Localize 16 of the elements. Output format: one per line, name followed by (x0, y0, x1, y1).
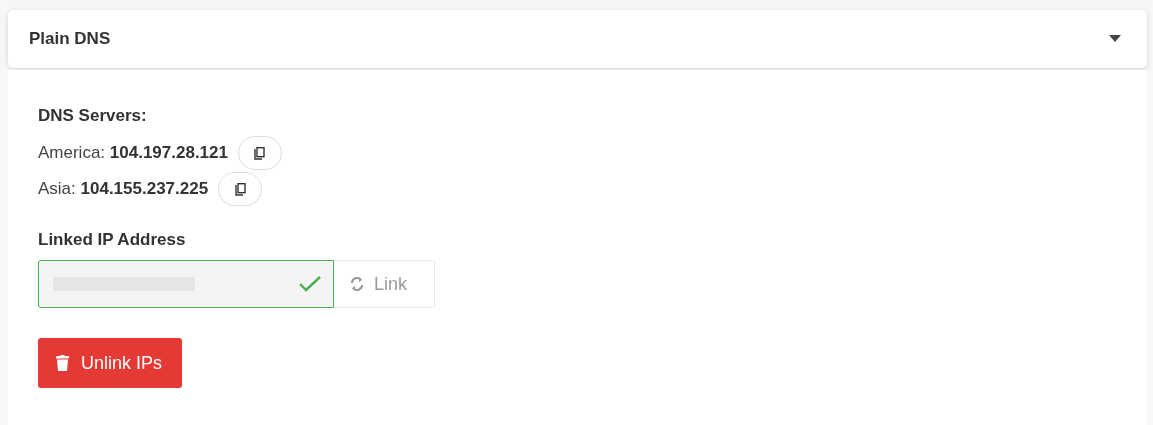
check-icon (299, 276, 321, 292)
section-heading: DNS Servers: (38, 106, 148, 126)
trash-icon (56, 355, 69, 371)
ip-address-field[interactable] (38, 260, 334, 308)
panel-title: Plain DNS (29, 29, 111, 49)
copy-icon (254, 146, 266, 160)
refresh-icon (350, 276, 364, 292)
server-address: Asia: 104.155.237.225 (38, 179, 209, 199)
copy-button[interactable] (218, 172, 263, 206)
copy-button[interactable] (238, 136, 282, 170)
panel-header[interactable]: Plain DNS (8, 10, 1147, 68)
field-label: Linked IP Address (38, 230, 187, 250)
copy-icon (234, 182, 246, 196)
server-address: America: 104.197.28.121 (38, 143, 228, 163)
unlink-button[interactable]: Unlink IPs (38, 338, 183, 388)
caret-icon[interactable] (1109, 35, 1121, 43)
